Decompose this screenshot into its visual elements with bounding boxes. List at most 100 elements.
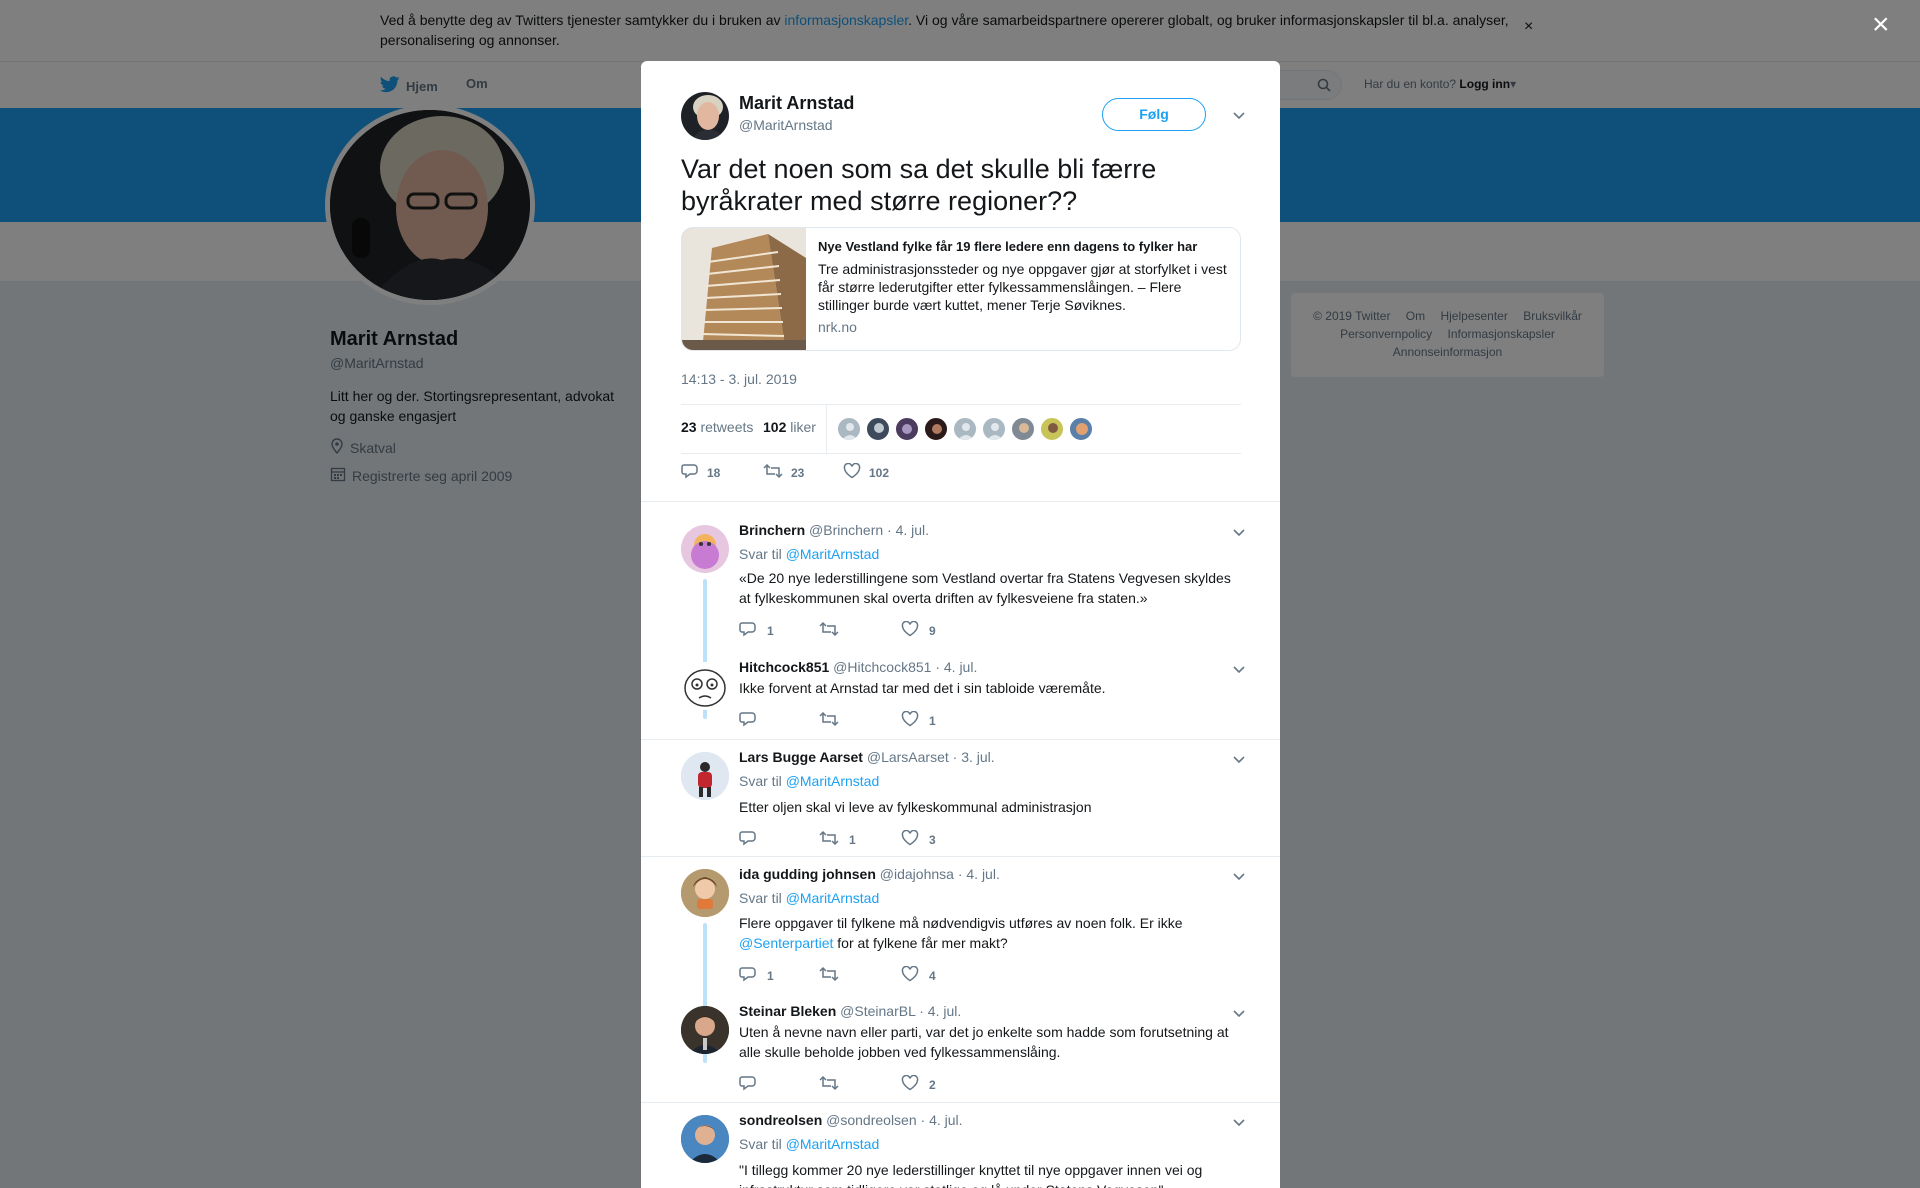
reply-date[interactable]: · 4. jul. (919, 1003, 961, 1019)
chevron-down-icon[interactable] (1232, 525, 1246, 539)
card-description: Tre administrasjonssteder og nye oppgave… (818, 261, 1227, 313)
liker-avatar[interactable] (1069, 417, 1093, 441)
link-card[interactable]: Nye Vestland fylke får 19 flere ledere e… (681, 227, 1241, 351)
reply-date[interactable]: · 3. jul. (953, 749, 995, 765)
liker-avatar[interactable] (982, 417, 1006, 441)
reply-author-handle[interactable]: @SteinarBL (840, 1003, 915, 1019)
retweet-button[interactable] (819, 1075, 849, 1094)
reply-to-mention[interactable]: @MaritArnstad (786, 546, 880, 562)
reply-to-mention[interactable]: @MaritArnstad (786, 773, 880, 789)
reply-button[interactable] (739, 711, 767, 730)
retweet-button[interactable] (819, 621, 849, 640)
close-icon[interactable]: × (1872, 10, 1890, 40)
reply-actions: 1 (739, 710, 1039, 730)
reply-button[interactable] (739, 1075, 767, 1094)
reply-count: 18 (707, 465, 721, 480)
liker-avatar[interactable] (895, 417, 919, 441)
reply-author-handle[interactable]: @sondreolsen (826, 1112, 917, 1128)
tweet-modal: Marit Arnstad @MaritArnstad Følg Var det… (641, 61, 1280, 1188)
author-handle[interactable]: @MaritArnstad (739, 117, 833, 133)
reply-author-handle[interactable]: @LarsAarset (867, 749, 949, 765)
chevron-down-icon[interactable] (1232, 1115, 1246, 1129)
retweet-icon (819, 830, 839, 849)
retweet-icon (819, 966, 839, 985)
author-avatar[interactable] (681, 92, 729, 140)
like-button[interactable]: 9 (901, 620, 936, 640)
reply-date[interactable]: · 4. jul. (921, 1112, 963, 1128)
reply-avatar[interactable] (681, 1006, 729, 1054)
card-domain: nrk.no (818, 319, 857, 335)
reply-to-mention[interactable]: @MaritArnstad (786, 1136, 880, 1152)
chevron-down-icon[interactable] (1232, 752, 1246, 766)
reply-avatar[interactable] (681, 752, 729, 800)
reply-author-name[interactable]: sondreolsen (739, 1112, 822, 1128)
like-count: 3 (929, 832, 936, 847)
reply-button[interactable]: 1 (739, 621, 774, 640)
reply-to: Svar til @MaritArnstad (739, 890, 879, 906)
chevron-down-icon[interactable] (1232, 1006, 1246, 1020)
reply-author-handle[interactable]: @Brinchern (809, 522, 883, 538)
reply-author-name[interactable]: ida gudding johnsen (739, 866, 876, 882)
reply-header: ida gudding johnsen @idajohnsa · 4. jul. (739, 866, 1000, 882)
chevron-down-icon[interactable] (1232, 869, 1246, 883)
likes-count: 102 (763, 419, 787, 435)
reply-avatar[interactable] (681, 525, 729, 573)
liker-avatar[interactable] (866, 417, 890, 441)
reply-actions: 1 3 (739, 829, 1039, 849)
reply-button[interactable] (739, 830, 767, 849)
reply-avatar[interactable] (681, 869, 729, 917)
section-divider (641, 856, 1280, 857)
retweet-button[interactable]: 1 (819, 830, 856, 849)
reply-author-name[interactable]: Lars Bugge Aarset (739, 749, 863, 765)
reply-author-name[interactable]: Steinar Bleken (739, 1003, 836, 1019)
like-button[interactable]: 4 (901, 965, 936, 985)
retweet-icon (819, 711, 839, 730)
heart-icon (901, 1074, 919, 1094)
reply-author-handle[interactable]: @idajohnsa (880, 866, 954, 882)
card-image (682, 228, 806, 350)
tweet-stats: 23 retweets 102 liker (681, 404, 1241, 454)
retweet-button[interactable]: 23 (763, 463, 804, 482)
liker-avatar[interactable] (953, 417, 977, 441)
retweet-icon (819, 621, 839, 640)
author-name[interactable]: Marit Arnstad (739, 93, 854, 114)
reply-header: Lars Bugge Aarset @LarsAarset · 3. jul. (739, 749, 995, 765)
reply-author-name[interactable]: Hitchcock851 (739, 659, 829, 675)
like-count: 4 (929, 968, 936, 983)
like-button[interactable]: 102 (843, 462, 889, 482)
liker-avatar[interactable] (837, 417, 861, 441)
reply-button[interactable]: 18 (681, 463, 720, 482)
retweet-button[interactable] (819, 711, 849, 730)
chevron-down-icon[interactable] (1232, 662, 1246, 676)
like-count: 1 (929, 713, 936, 728)
reply-button[interactable]: 1 (739, 966, 774, 985)
reply-avatar[interactable] (681, 662, 729, 710)
tweet-timestamp[interactable]: 14:13 - 3. jul. 2019 (681, 371, 797, 387)
retweet-button[interactable] (819, 966, 849, 985)
retweets-stat[interactable]: 23 retweets (681, 419, 753, 435)
reply-text: «De 20 nye lederstillingene som Vestland… (739, 570, 1231, 606)
reply-date[interactable]: · 4. jul. (958, 866, 1000, 882)
like-count: 9 (929, 623, 936, 638)
reply-text-tail: for at fylkene får mer makt? (833, 935, 1008, 951)
reply-author-handle[interactable]: @Hitchcock851 (833, 659, 931, 675)
reply-text-body: Flere oppgaver til fylkene må nødvendigv… (739, 915, 1183, 931)
reply-avatar[interactable] (681, 1115, 729, 1163)
like-button[interactable]: 1 (901, 710, 936, 730)
retweet-icon (819, 1075, 839, 1094)
chevron-down-icon[interactable] (1232, 108, 1246, 122)
reply-date[interactable]: · 4. jul. (887, 522, 929, 538)
like-button[interactable]: 3 (901, 829, 936, 849)
likes-stat[interactable]: 102 liker (763, 419, 816, 435)
reply-date[interactable]: · 4. jul. (935, 659, 977, 675)
follow-button[interactable]: Følg (1102, 98, 1206, 131)
section-divider (641, 739, 1280, 740)
liker-avatar[interactable] (1011, 417, 1035, 441)
like-button[interactable]: 2 (901, 1074, 936, 1094)
liker-avatar[interactable] (924, 417, 948, 441)
liker-avatar[interactable] (1040, 417, 1064, 441)
reply-to-mention[interactable]: @MaritArnstad (786, 890, 880, 906)
reply-mention-link[interactable]: @Senterpartiet (739, 935, 833, 951)
reply-author-name[interactable]: Brinchern (739, 522, 805, 538)
reply-text: Etter oljen skal vi leve av fylkeskommun… (739, 799, 1092, 815)
